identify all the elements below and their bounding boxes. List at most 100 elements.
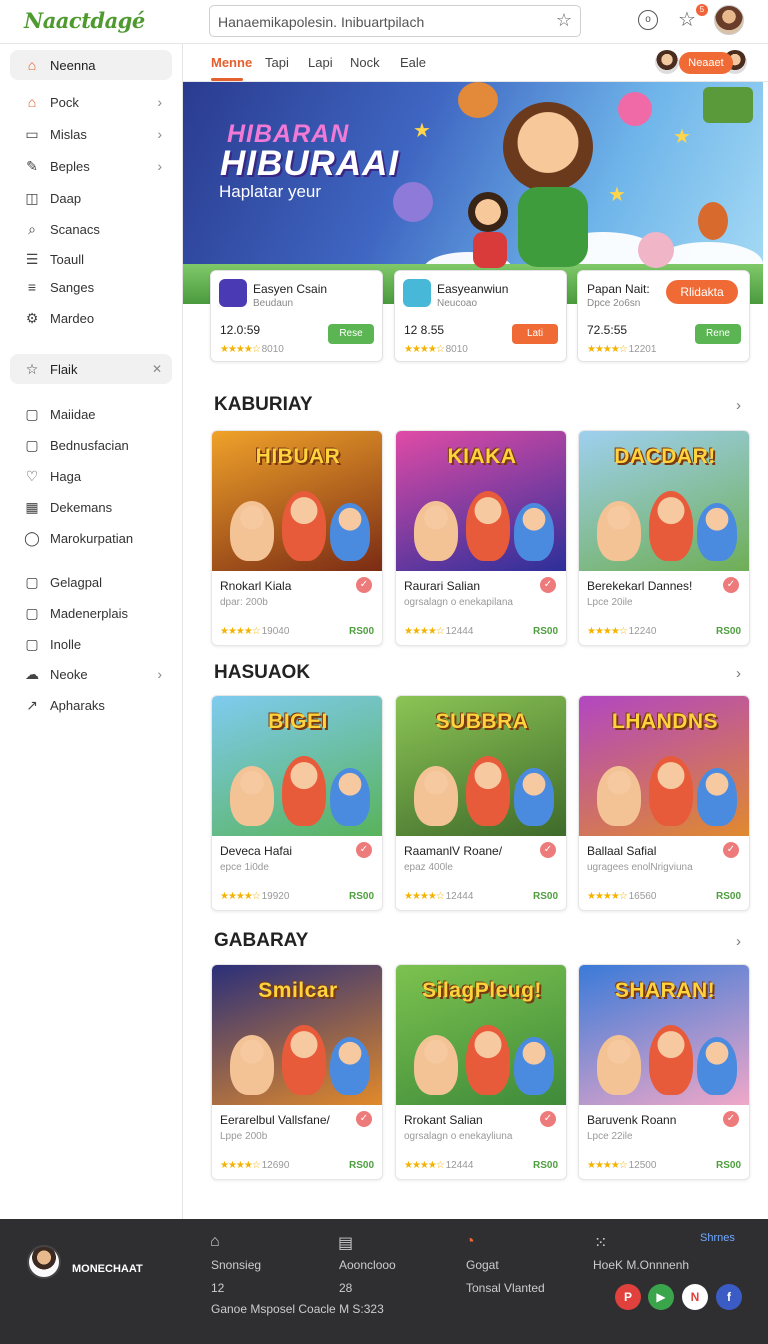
check-icon[interactable]: ✓: [723, 1111, 739, 1127]
game-subtitle: Lpce 22ile: [587, 1131, 633, 1142]
sidebar-item[interactable]: ▢ Madenerplais: [10, 598, 172, 628]
chevron-right-icon[interactable]: ›: [157, 666, 162, 682]
sidebar-item[interactable]: ◫ Daap: [10, 183, 172, 213]
sidebar-item[interactable]: ↗ Apharaks: [10, 690, 172, 720]
sidebar-item[interactable]: ⌂ Pock ›: [10, 87, 172, 117]
game-thumbnail[interactable]: SilagPleug!: [396, 965, 566, 1105]
rating-count: 12444: [445, 626, 474, 637]
new-button[interactable]: Neaaet: [679, 52, 733, 74]
check-icon[interactable]: ✓: [356, 1111, 372, 1127]
chevron-right-icon[interactable]: ›: [157, 158, 162, 174]
game-thumbnail[interactable]: SUBBRA: [396, 696, 566, 836]
chevron-right-icon[interactable]: ›: [736, 665, 741, 682]
featured-action-button[interactable]: Rene: [695, 324, 741, 344]
chevron-right-icon[interactable]: ›: [157, 126, 162, 142]
featured-action-button[interactable]: Rese: [328, 324, 374, 344]
game-rating: ★★★★☆ 19040: [220, 626, 289, 637]
sidebar-item[interactable]: ⚙ Mardeo: [10, 303, 172, 333]
game-thumbnail[interactable]: HIBUAR: [212, 431, 382, 571]
rating-count: 12444: [445, 891, 474, 902]
game-thumbnail[interactable]: SHARAN!: [579, 965, 749, 1105]
tab-nock[interactable]: Nock: [350, 55, 380, 70]
sidebar-item[interactable]: ☆ Flaik ✕: [10, 354, 172, 384]
check-icon[interactable]: ✓: [723, 577, 739, 593]
bookmark-star-icon[interactable]: ☆: [556, 10, 572, 31]
game-card[interactable]: LHANDNS Ballaal Safial ugragees enolNrigvi…: [578, 695, 750, 911]
featured-card[interactable]: Easyeanwiun Neucoao 12 8.55 ★★★★☆ 8010 Lati: [394, 270, 567, 362]
game-thumbnail[interactable]: Smilcar: [212, 965, 382, 1105]
sidebar-item-label: Madenerplais: [50, 605, 129, 621]
game-card[interactable]: SilagPleug! Rrokant Salian ogrsalagn o ene…: [395, 964, 567, 1180]
check-icon[interactable]: ✓: [540, 842, 556, 858]
featured-badge-button[interactable]: Rlidakta: [666, 280, 738, 304]
hero-creature: [458, 82, 498, 118]
chevron-right-icon[interactable]: ›: [736, 397, 741, 414]
profile-name[interactable]: MONECHAAT: [72, 1263, 143, 1275]
check-icon[interactable]: ✓: [356, 577, 372, 593]
game-subtitle: Lpce 20ile: [587, 597, 633, 608]
rating-count: 8010: [445, 344, 468, 355]
user-avatar[interactable]: [714, 5, 744, 35]
check-icon[interactable]: ✓: [723, 842, 739, 858]
check-icon[interactable]: ✓: [540, 1111, 556, 1127]
sidebar-item[interactable]: ⌕ Scanacs: [10, 214, 172, 244]
profile-avatar[interactable]: [27, 1245, 61, 1279]
tab-menne[interactable]: Menne: [211, 55, 252, 70]
sidebar-item[interactable]: ≡ Sanges: [10, 272, 172, 302]
game-card[interactable]: BIGEI Deveca Hafai epce 1i0de ✓ ★★★★☆ 19920 R…: [211, 695, 383, 911]
sidebar-item[interactable]: ▦ Dekemans: [10, 492, 172, 522]
game-thumbnail[interactable]: BIGEI: [212, 696, 382, 836]
sidebar-item[interactable]: ☁ Neoke ›: [10, 659, 172, 689]
clock-icon[interactable]: ◔: [465, 1233, 475, 1251]
home-icon[interactable]: ⌂: [210, 1233, 220, 1251]
sidebar-item[interactable]: ♡ Haga: [10, 461, 172, 491]
grid-icon[interactable]: ⁙: [594, 1233, 607, 1253]
search-box[interactable]: ☆: [209, 5, 581, 37]
close-icon[interactable]: ✕: [152, 362, 162, 376]
sidebar-item[interactable]: ▭ Mislas ›: [10, 119, 172, 149]
favorites-icon[interactable]: ☆: [678, 7, 696, 32]
friend-avatar[interactable]: [655, 50, 679, 74]
game-thumbnail[interactable]: LHANDNS: [579, 696, 749, 836]
check-icon[interactable]: ✓: [356, 842, 372, 858]
game-card[interactable]: Smilcar Eerarelbul Vallsfane/Lppe 200b ✓ ★★…: [211, 964, 383, 1180]
footer-col3-label: Gogat: [466, 1258, 499, 1272]
search-input[interactable]: [218, 12, 548, 32]
rating-count: 12201: [628, 344, 657, 355]
tab-tapi[interactable]: Tapi: [265, 55, 289, 70]
game-card[interactable]: DACDAR! Berekekarl Dannes! Lpce 20ile ✓ ★★★★…: [578, 430, 750, 646]
featured-title: Easyeanwiun: [437, 282, 509, 296]
sidebar-item[interactable]: ⌂ Neenna: [10, 50, 172, 80]
game-card[interactable]: SHARAN! Baruvenk Roann Lpce 22ile ✓ ★★★★☆ 12…: [578, 964, 750, 1180]
chevron-right-icon[interactable]: ›: [157, 94, 162, 110]
featured-action-button[interactable]: Lati: [512, 324, 558, 344]
play-icon[interactable]: ▶: [648, 1284, 674, 1310]
facebook-icon[interactable]: f: [716, 1284, 742, 1310]
sidebar-item[interactable]: ▢ Inolle: [10, 629, 172, 659]
help-icon[interactable]: o: [638, 10, 658, 30]
sidebar-item[interactable]: ▢ Bednusfacian: [10, 430, 172, 460]
pinterest-icon[interactable]: P: [615, 1284, 641, 1310]
footer-link[interactable]: Shrnes: [700, 1232, 735, 1244]
featured-card[interactable]: Papan Nait: Dpce 2o6sn Rlidakta 72.5:55 ★★★★…: [577, 270, 750, 362]
check-icon[interactable]: ✓: [540, 577, 556, 593]
game-card[interactable]: SUBBRA RaamanlV Roane/epaz 400le ✓ ★★★★☆ 12…: [395, 695, 567, 911]
featured-card[interactable]: Easyen Csain Beudaun 12.0:59 ★★★★☆ 8010 Rese: [210, 270, 383, 362]
document-icon[interactable]: ▤: [338, 1233, 353, 1253]
game-thumbnail[interactable]: DACDAR!: [579, 431, 749, 571]
character-figure: [230, 501, 274, 561]
sidebar-item[interactable]: ▢ Gelagpal: [10, 567, 172, 597]
game-title: Eerarelbul Vallsfane/: [220, 1113, 330, 1127]
sidebar-item[interactable]: ◯ Marokurpatian: [10, 523, 172, 553]
chevron-right-icon[interactable]: ›: [736, 933, 741, 950]
game-card[interactable]: HIBUAR Rnokarl Kiala dpar: 200b ✓ ★★★★☆ 1904…: [211, 430, 383, 646]
sidebar-item[interactable]: ☰ Toaull: [10, 244, 172, 274]
app-logo[interactable]: Naactdagé: [24, 8, 145, 33]
game-thumbnail[interactable]: KIAKA: [396, 431, 566, 571]
tab-lapi[interactable]: Lapi: [308, 55, 333, 70]
game-card[interactable]: KIAKA Raurari Salian ogrsalagn o enekapila…: [395, 430, 567, 646]
sidebar-item[interactable]: ✎ Beples ›: [10, 151, 172, 181]
sidebar-item[interactable]: ▢ Maiidae: [10, 399, 172, 429]
tab-eale[interactable]: Eale: [400, 55, 426, 70]
n-icon[interactable]: N: [682, 1284, 708, 1310]
